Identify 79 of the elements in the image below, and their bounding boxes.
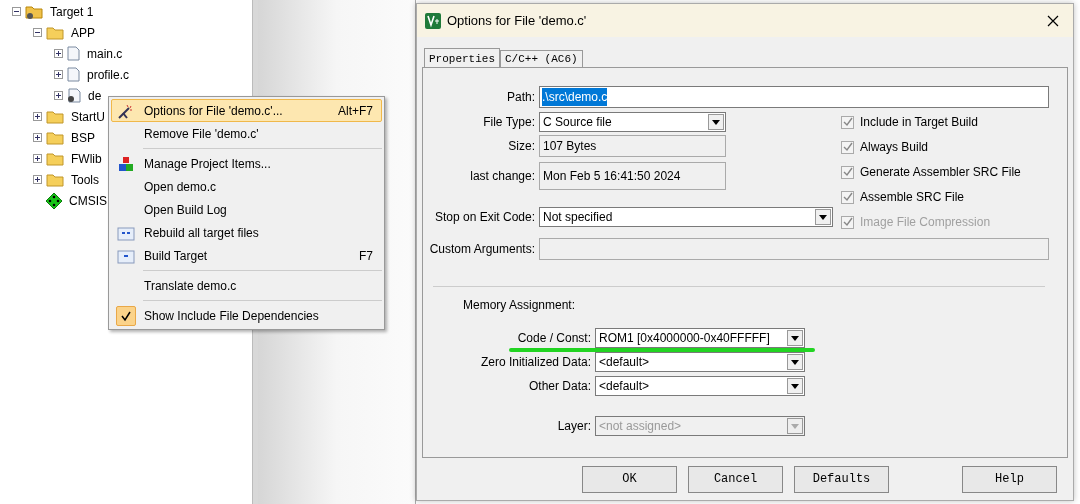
file-icon [67, 88, 81, 103]
menu-item[interactable]: Open demo.c [111, 175, 382, 198]
app-icon [425, 12, 441, 29]
tree-item[interactable]: FWlib [71, 149, 102, 168]
exit-code-dropdown[interactable]: Not specified [539, 207, 833, 227]
checkbox-label: Always Build [860, 139, 929, 156]
expand-toggle[interactable] [33, 175, 42, 184]
collapse-toggle[interactable] [33, 28, 42, 37]
checkbox-label: Generate Assembler SRC File [860, 164, 1021, 181]
menu-item[interactable]: Build Target F7 [111, 244, 382, 267]
folder-icon [46, 109, 64, 124]
memory-dropdown[interactable]: ROM1 [0x4000000-0x40FFFFF] [595, 328, 805, 348]
tree-item[interactable]: Tools [71, 170, 99, 189]
expand-toggle[interactable] [33, 112, 42, 121]
tree-item[interactable]: de [88, 86, 102, 105]
window-title: Options for File 'demo.c' [447, 11, 588, 30]
folder-icon [46, 151, 64, 166]
field-label: Zero Initialized Data: [479, 354, 592, 371]
close-icon[interactable] [1047, 14, 1059, 27]
menu-item[interactable]: Open Build Log [111, 198, 382, 221]
checkbox[interactable] [841, 190, 854, 204]
expand-toggle[interactable] [54, 49, 63, 58]
tree-item[interactable]: Target 1 [50, 2, 94, 21]
checkbox-label: Assemble SRC File [860, 189, 965, 206]
field-label: File Type: [482, 114, 536, 131]
size-field: 107 Bytes [539, 135, 726, 157]
tab[interactable]: Properties [424, 48, 500, 68]
tab[interactable]: C/C++ (AC6) [500, 50, 583, 67]
expand-toggle[interactable] [54, 70, 63, 79]
folder-icon [46, 172, 64, 187]
menu-item[interactable]: Options for File 'demo.c'... Alt+F7 [111, 99, 382, 122]
field-label: Custom Arguments: [429, 241, 536, 258]
checkbox[interactable] [841, 140, 854, 154]
field-label: Path: [505, 89, 536, 106]
field-label: Other Data: [527, 378, 592, 395]
memory-dropdown[interactable]: <default> [595, 376, 805, 396]
field-label: Layer: [556, 418, 592, 435]
field-label: Size: [507, 138, 536, 155]
tree-item[interactable]: APP [71, 23, 95, 42]
checkbox-label: Image File Compression [860, 214, 991, 231]
tree-item[interactable]: profile.c [87, 65, 130, 84]
wand-icon [117, 102, 135, 119]
file-type-dropdown[interactable]: C Source file [539, 112, 726, 132]
folder-icon [46, 130, 64, 145]
tree-item[interactable]: main.c [87, 44, 123, 63]
file-icon [67, 67, 80, 82]
date-field: Mon Feb 5 16:41:50 2024 [539, 162, 726, 190]
field-label: Stop on Exit Code: [433, 209, 536, 226]
checkbox-label: Include in Target Build [860, 114, 978, 131]
blocks-icon [118, 155, 134, 172]
expand-toggle[interactable] [33, 133, 42, 142]
checkbox[interactable] [841, 165, 854, 179]
menu-item[interactable]: Translate demo.c [111, 274, 382, 297]
section-title: Memory Assignment: [463, 297, 577, 314]
collapse-toggle[interactable] [12, 7, 21, 16]
dialog-button[interactable]: Defaults [794, 465, 889, 493]
checkbox[interactable] [841, 115, 854, 129]
build-icon [117, 247, 135, 264]
dialog-button[interactable]: Help [962, 465, 1057, 493]
tree-item[interactable]: BSP [71, 128, 95, 147]
tree-item[interactable]: CMSIS [69, 191, 107, 210]
tree-item[interactable]: StartU [71, 107, 105, 126]
build-icon [117, 224, 135, 241]
field-label: Code / Const: [516, 330, 592, 347]
dialog-button[interactable]: OK [582, 465, 677, 493]
dialog-button[interactable]: Cancel [688, 465, 783, 493]
folder-icon [25, 4, 43, 19]
memory-dropdown[interactable]: <default> [595, 352, 805, 372]
menu-item[interactable]: Rebuild all target files [111, 221, 382, 244]
expand-toggle[interactable] [33, 154, 42, 163]
field-label: last change: [469, 168, 536, 185]
menu-item[interactable]: Remove File 'demo.c' [111, 122, 382, 145]
folder-icon [46, 25, 64, 40]
path-field[interactable]: .\src\demo.c [539, 86, 1049, 108]
diamond-icon [46, 192, 62, 209]
menu-item[interactable]: Manage Project Items... [111, 152, 382, 175]
expand-toggle[interactable] [54, 91, 63, 100]
file-icon [67, 46, 80, 61]
menu-item[interactable]: Show Include File Dependencies [111, 304, 382, 327]
